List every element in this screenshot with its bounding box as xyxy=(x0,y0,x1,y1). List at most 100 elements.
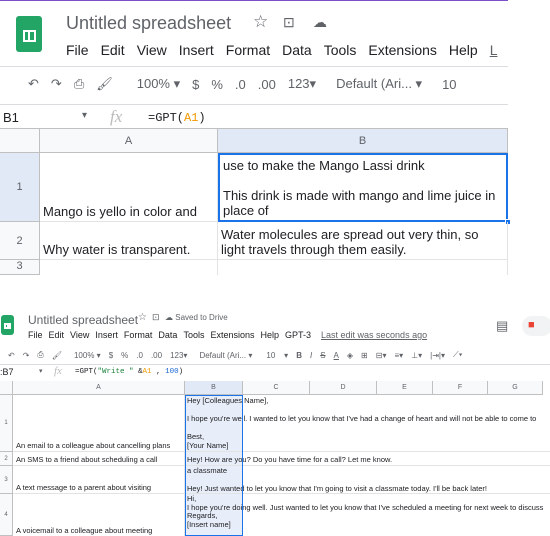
menu-edit[interactable]: Edit xyxy=(101,42,125,58)
print-icon[interactable]: ⎙ xyxy=(74,76,84,92)
column-header-e[interactable]: E xyxy=(377,381,433,395)
column-header-a[interactable]: A xyxy=(40,129,218,153)
cell-b2[interactable]: Water molecules are spread out very thin… xyxy=(218,222,508,260)
column-header-f[interactable]: F xyxy=(433,381,488,395)
select-all-corner[interactable] xyxy=(0,381,13,395)
paint-format-icon[interactable]: 🖌 xyxy=(52,351,62,360)
zoom-select[interactable]: 100% ▾ xyxy=(74,351,101,360)
text-color-button[interactable]: A xyxy=(334,351,339,360)
row-header[interactable]: 2 xyxy=(0,452,13,466)
percent-button[interactable]: % xyxy=(121,351,128,360)
menu-extensions[interactable]: Extensions xyxy=(368,42,436,58)
doc-title[interactable]: Untitled spreadsheet xyxy=(28,313,138,327)
font-select[interactable]: Default (Ari... ▾ xyxy=(199,351,252,360)
italic-button[interactable]: I xyxy=(310,351,312,360)
menu-view[interactable]: View xyxy=(137,42,167,58)
cell-b1-selected[interactable]: use to make the Mango Lassi drink This d… xyxy=(218,153,508,222)
menu-insert[interactable]: Insert xyxy=(179,42,214,58)
font-select[interactable]: Default (Ari... ▾ xyxy=(336,76,422,92)
column-header-b[interactable]: B xyxy=(218,129,508,153)
cell-a3[interactable] xyxy=(40,260,218,275)
last-edit-link[interactable]: Last edit was seconds ago xyxy=(321,330,427,340)
undo-icon[interactable]: ↶ xyxy=(28,76,39,92)
font-size-select[interactable]: 10 xyxy=(442,77,456,92)
redo-icon[interactable]: ↷ xyxy=(23,351,30,360)
column-header-a[interactable]: A xyxy=(13,381,185,395)
name-box-dropdown-icon[interactable]: ▾ xyxy=(82,110,87,121)
column-header-d[interactable]: D xyxy=(310,381,377,395)
increase-decimal-button[interactable]: .00 xyxy=(258,77,276,92)
menu-file[interactable]: File xyxy=(66,42,89,58)
bold-button[interactable]: B xyxy=(296,351,302,360)
doc-title[interactable]: Untitled spreadsheet xyxy=(66,13,231,34)
row-header[interactable]: 1 xyxy=(0,153,40,222)
zoom-select[interactable]: 100% ▾ xyxy=(137,76,180,92)
cell-b3[interactable] xyxy=(218,260,508,275)
menu-file[interactable]: File xyxy=(28,330,43,340)
formula-bar[interactable]: =GPT(A1) xyxy=(148,111,206,125)
menu-format[interactable]: Format xyxy=(226,42,270,58)
currency-button[interactable]: $ xyxy=(109,351,113,360)
column-header-g[interactable]: G xyxy=(488,381,543,395)
menu-last-edit[interactable]: L xyxy=(490,42,498,58)
menu-help[interactable]: Help xyxy=(260,330,279,340)
menu-tools[interactable]: Tools xyxy=(324,42,357,58)
column-header-b[interactable]: B xyxy=(185,381,243,395)
merge-icon[interactable]: ⊟▾ xyxy=(376,351,387,360)
cell-a2[interactable]: Why water is transparent. xyxy=(40,222,218,260)
menu-data[interactable]: Data xyxy=(282,42,312,58)
menu-format[interactable]: Format xyxy=(124,330,153,340)
row-header[interactable]: 4 xyxy=(0,494,13,536)
valign-icon[interactable]: ⊥▾ xyxy=(411,351,422,360)
row-header[interactable]: 3 xyxy=(0,260,40,275)
name-box[interactable]: :B7 xyxy=(0,367,14,377)
menu-gpt3[interactable]: GPT-3 xyxy=(285,330,311,340)
paint-format-icon[interactable]: 🖌 xyxy=(96,76,113,92)
menu-tools[interactable]: Tools xyxy=(183,330,204,340)
currency-button[interactable]: $ xyxy=(192,77,199,92)
star-icon[interactable]: ☆ xyxy=(138,312,147,323)
decrease-decimal-button[interactable]: .0 xyxy=(235,77,246,92)
increase-decimal-button[interactable]: .00 xyxy=(151,351,162,360)
strikethrough-button[interactable]: S xyxy=(320,351,325,360)
divider xyxy=(0,66,508,67)
move-folder-icon[interactable]: ⊡ xyxy=(152,312,160,323)
menu-help[interactable]: Help xyxy=(449,42,478,58)
name-box-dropdown-icon[interactable]: ▾ xyxy=(39,367,43,375)
undo-icon[interactable]: ↶ xyxy=(8,351,15,360)
star-icon[interactable]: ☆ xyxy=(253,12,268,32)
menu-insert[interactable]: Insert xyxy=(95,330,118,340)
cell-a3[interactable]: A text message to a parent about visitin… xyxy=(13,466,185,494)
borders-icon[interactable]: ⊞ xyxy=(361,351,368,360)
move-folder-icon[interactable]: ⊡ xyxy=(283,14,295,31)
formula-bar[interactable]: =GPT("Write " &A1 , 100) xyxy=(75,368,183,376)
redo-icon[interactable]: ↷ xyxy=(51,76,62,92)
row-header[interactable]: 3 xyxy=(0,466,13,494)
menu-edit[interactable]: Edit xyxy=(49,330,65,340)
percent-button[interactable]: % xyxy=(211,77,223,92)
cell-a4[interactable]: A voicemail to a colleague about meeting xyxy=(13,494,185,536)
menu-view[interactable]: View xyxy=(70,330,89,340)
number-format-select[interactable]: 123▾ xyxy=(288,76,316,92)
cell-a1[interactable]: An email to a colleague about cancelling… xyxy=(13,395,185,452)
menu-extensions[interactable]: Extensions xyxy=(210,330,254,340)
comments-icon[interactable]: ▤ xyxy=(496,318,508,334)
row-header[interactable]: 2 xyxy=(0,222,40,260)
wrap-icon[interactable]: |⇥|▾ xyxy=(430,351,445,360)
number-format-select[interactable]: 123▾ xyxy=(170,351,187,360)
meet-icon[interactable]: ■ xyxy=(522,316,550,336)
column-header-c[interactable]: C xyxy=(243,381,310,395)
cell-a2[interactable]: An SMS to a friend about scheduling a ca… xyxy=(13,452,185,466)
font-size-select[interactable]: 10 ▾ xyxy=(266,351,288,360)
rotate-icon[interactable]: ⟋▾ xyxy=(453,350,463,360)
menu-data[interactable]: Data xyxy=(158,330,177,340)
name-box[interactable]: B1 xyxy=(3,110,19,125)
select-all-corner[interactable] xyxy=(0,129,40,153)
cloud-status-icon[interactable]: ☁ xyxy=(313,14,327,31)
decrease-decimal-button[interactable]: .0 xyxy=(136,351,143,360)
print-icon[interactable]: ⎙ xyxy=(37,350,43,360)
align-icon[interactable]: ≡▾ xyxy=(394,351,403,360)
fill-color-icon[interactable]: ◈ xyxy=(347,351,353,360)
row-header[interactable]: 1 xyxy=(0,395,13,452)
cell-a1[interactable]: Mango is yello in color and xyxy=(40,153,218,222)
